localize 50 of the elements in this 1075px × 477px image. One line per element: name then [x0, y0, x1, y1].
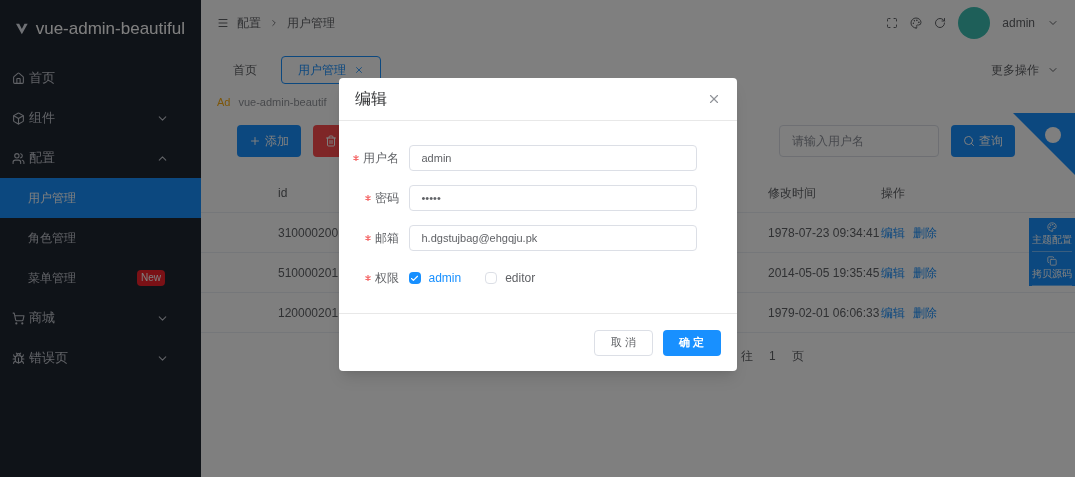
goto-label: 往	[741, 347, 753, 365]
menu-item[interactable]: 组件	[0, 98, 201, 138]
new-badge: New	[137, 270, 165, 286]
page-label: 页	[791, 347, 804, 365]
action-link[interactable]: 删除	[913, 263, 937, 282]
table-cell: 1978-07-23 09:34:41	[768, 225, 880, 240]
breadcrumb-item[interactable]: 用户管理	[287, 13, 335, 32]
search-button[interactable]: 查询	[951, 125, 1015, 157]
ad-label: Ad	[217, 94, 231, 110]
field-label: 用户名	[362, 150, 399, 167]
menu-item[interactable]: 配置	[0, 138, 201, 178]
page-tab[interactable]: 首页	[217, 56, 273, 84]
action-link[interactable]: 删除	[913, 303, 937, 322]
column-header: id	[278, 185, 288, 200]
menu-item[interactable]: 首页	[0, 58, 201, 98]
user-name[interactable]: admin	[1002, 13, 1035, 32]
menu-item[interactable]: 错误页	[0, 338, 201, 378]
side-tab[interactable]: 主题配置	[1032, 218, 1072, 252]
column-header: 操作	[881, 184, 905, 202]
table-cell: 510000201	[278, 265, 339, 280]
checkbox-label[interactable]: editor	[505, 269, 536, 287]
page-input[interactable]: 1	[769, 346, 776, 365]
submenu-item[interactable]: 菜单管理 New	[0, 258, 201, 298]
cancel-button[interactable]: 取 消	[594, 329, 654, 356]
logo-text: vue-admin-beautiful	[35, 18, 185, 41]
table-cell: 2014-05-05 19:35:45	[768, 265, 880, 280]
action-link[interactable]: 编辑	[881, 223, 905, 242]
column-header: 修改时间	[768, 185, 816, 200]
submenu-item[interactable]: 用户管理	[0, 178, 201, 218]
table-cell: 120000201	[278, 305, 339, 320]
checkbox-label[interactable]: admin	[428, 269, 462, 287]
input-field[interactable]: •••••	[408, 185, 697, 211]
dialog-title: 编辑	[354, 89, 387, 109]
input-field[interactable]: h.dgstujbag@ehgqju.pk	[408, 225, 697, 251]
menu-item[interactable]: 商城	[0, 298, 201, 338]
action-link[interactable]: 编辑	[881, 263, 905, 282]
more-actions[interactable]: 更多操作	[991, 61, 1039, 79]
table-cell: 310000200	[278, 225, 339, 240]
add-button[interactable]: 添加	[237, 125, 301, 157]
input-field[interactable]: admin	[408, 145, 697, 171]
breadcrumb-item[interactable]: 配置	[237, 13, 261, 32]
confirm-button[interactable]: 确 定	[663, 329, 721, 356]
field-label: 密码	[374, 190, 399, 207]
side-tab[interactable]: 拷贝源码	[1032, 252, 1072, 286]
action-link[interactable]: 编辑	[881, 303, 905, 322]
table-cell: 1979-02-01 06:06:33	[768, 305, 880, 320]
field-label: 权限	[374, 270, 399, 287]
submenu-item[interactable]: 角色管理	[0, 218, 201, 258]
field-label: 邮箱	[374, 230, 399, 247]
action-link[interactable]: 删除	[913, 223, 937, 242]
